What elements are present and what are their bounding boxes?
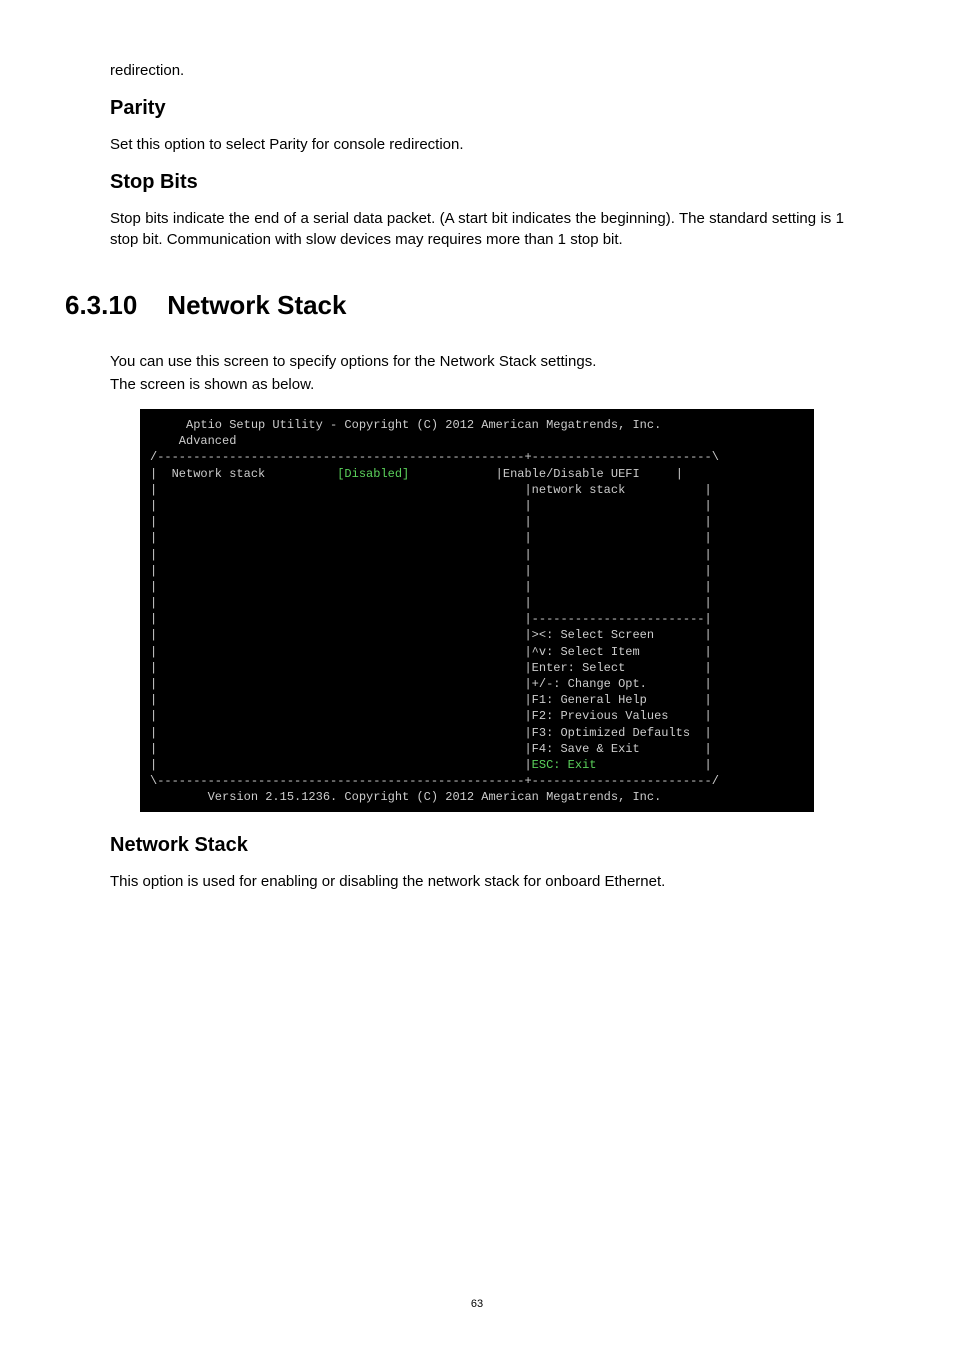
stop-bits-body: Stop bits indicate the end of a serial d… bbox=[110, 208, 844, 250]
bios-help-select-screen: | |><: Select Screen | bbox=[150, 628, 712, 642]
bios-help-select-item: | |^v: Select Item | bbox=[150, 645, 712, 659]
bios-bot-hr: \---------------------------------------… bbox=[150, 774, 719, 788]
bios-blank-5: | | | bbox=[150, 564, 712, 578]
page-number: 63 bbox=[0, 1298, 954, 1310]
bios-help-change: | |+/-: Change Opt. | bbox=[150, 677, 712, 691]
ns-intro-line1: You can use this screen to specify optio… bbox=[110, 351, 844, 372]
bios-help-f1: | |F1: General Help | bbox=[150, 693, 712, 707]
bios-help-f2: | |F2: Previous Values | bbox=[150, 709, 712, 723]
bios-screenshot: Aptio Setup Utility - Copyright (C) 2012… bbox=[140, 409, 814, 812]
bios-mid-hr: | |------------------------| bbox=[150, 612, 712, 626]
heading-network-stack-sub: Network Stack bbox=[110, 834, 844, 857]
bios-blank-3: | | | bbox=[150, 531, 712, 545]
intro-trailing: redirection. bbox=[110, 60, 844, 81]
bios-blank-7: | | | bbox=[150, 596, 712, 610]
bios-help-f3: | |F3: Optimized Defaults | bbox=[150, 726, 712, 740]
bios-title: Aptio Setup Utility - Copyright (C) 2012… bbox=[150, 418, 661, 432]
bios-help-enter: | |Enter: Select | bbox=[150, 661, 712, 675]
bios-row-label: | Network stack bbox=[150, 467, 265, 481]
bios-help-esc: ESC: Exit bbox=[532, 758, 597, 772]
bios-tab: Advanced bbox=[150, 434, 236, 448]
network-stack-body: This option is used for enabling or disa… bbox=[110, 871, 844, 892]
bios-blank-6: | | | bbox=[150, 580, 712, 594]
bios-row-value: [Disabled] bbox=[265, 467, 409, 481]
bios-help-esc-pre: | | bbox=[150, 758, 532, 772]
bios-footer: Version 2.15.1236. Copyright (C) 2012 Am… bbox=[150, 790, 661, 804]
bios-blank-1: | | | bbox=[150, 499, 712, 513]
bios-top-hr: /---------------------------------------… bbox=[150, 450, 719, 464]
section-heading-network-stack: 6.3.10 Network Stack bbox=[65, 290, 844, 321]
bios-row-help2: | |network stack | bbox=[150, 483, 712, 497]
bios-help-esc-post: | bbox=[596, 758, 711, 772]
heading-parity: Parity bbox=[110, 97, 844, 120]
heading-stop-bits: Stop Bits bbox=[110, 171, 844, 194]
bios-help-f4: | |F4: Save & Exit | bbox=[150, 742, 712, 756]
bios-blank-4: | | | bbox=[150, 548, 712, 562]
ns-intro-line2: The screen is shown as below. bbox=[110, 374, 844, 395]
bios-row-help1: |Enable/Disable UEFI | bbox=[409, 467, 683, 481]
section-number: 6.3.10 bbox=[65, 290, 137, 321]
section-title: Network Stack bbox=[167, 290, 346, 321]
parity-body: Set this option to select Parity for con… bbox=[110, 134, 844, 155]
bios-blank-2: | | | bbox=[150, 515, 712, 529]
